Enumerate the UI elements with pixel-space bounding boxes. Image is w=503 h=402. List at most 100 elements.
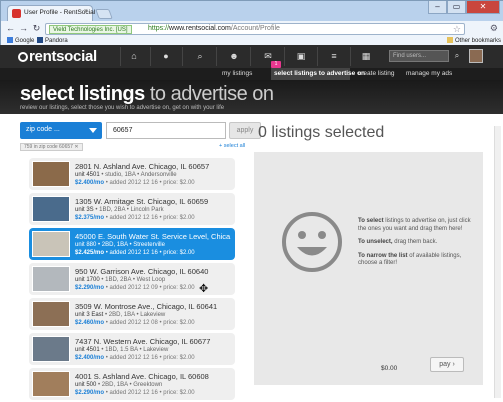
listing-photo — [32, 301, 70, 327]
page-hero: select listings to advertise on review o… — [0, 80, 503, 114]
zip-filter-chip[interactable]: 759 in zip code 60657 ✕ — [20, 143, 83, 151]
page-title: select listings to advertise on — [20, 83, 274, 106]
pay-button[interactable]: pay › — [430, 357, 464, 372]
user-icon[interactable]: ● — [160, 51, 172, 61]
browser-tab[interactable]: User Profile - RentSocial × — [7, 5, 95, 21]
bookmark-star-icon[interactable]: ☆ — [453, 24, 461, 35]
listing-card[interactable]: 1305 W. Armitage St. Chicago, IL 60659 un… — [29, 193, 235, 225]
listing-photo — [32, 231, 70, 257]
listing-price: $2.290/mo — [75, 390, 105, 396]
total-price: $0.00 — [381, 365, 398, 372]
help-unselect: To unselect, drag them back. — [358, 239, 476, 247]
address-bar[interactable]: Vield Technologies Inc. [US] https://www… — [45, 23, 465, 35]
other-bookmarks-label: Other bookmarks — [455, 38, 502, 44]
select-all-link[interactable]: + select all — [219, 143, 245, 149]
other-bookmarks[interactable]: Other bookmarks — [447, 37, 501, 44]
forward-arrow-icon[interactable]: → — [18, 23, 29, 34]
tab-close-icon[interactable]: × — [84, 8, 88, 15]
favicon-icon — [12, 9, 21, 18]
search-listings-icon[interactable]: ⌕ — [194, 51, 206, 61]
google-icon — [7, 37, 13, 43]
subnav-select-listings[interactable]: select listings to advertise on — [274, 70, 365, 77]
listing-card[interactable]: 3509 W. Montrose Ave., Chicago, IL 60641… — [29, 298, 235, 330]
minimize-button[interactable]: – — [428, 1, 447, 14]
url-text[interactable]: https://www.rentsocial.com/Account/Profi… — [148, 25, 280, 32]
bookmark-pandora[interactable]: Pandora — [37, 37, 68, 44]
listing-photo — [32, 371, 70, 397]
listing-unit: unit 3S — [75, 207, 94, 213]
listing-price: $2.425/mo — [75, 250, 105, 256]
reload-icon[interactable]: ↻ — [31, 23, 42, 34]
site-logo[interactable]: rentsocial — [18, 48, 97, 65]
listing-added: added 2012 12 16 • price: $2.00 — [109, 180, 195, 186]
listing-price-line: $2.400/mo • added 2012 12 16 • price: $2… — [75, 355, 195, 361]
nav-divider — [150, 47, 151, 66]
listing-photo — [32, 336, 70, 362]
listing-details-text: studio, 1BA • Andersonville — [105, 172, 177, 178]
listing-price: $2.375/mo — [75, 215, 105, 221]
site-search-input[interactable]: Find users... — [389, 50, 449, 62]
listing-address: 950 W. Garrison Ave. Chicago, IL 60640 — [75, 267, 209, 276]
window-controls: – ▭ ✕ — [428, 1, 500, 15]
message-count-badge: 1 — [271, 61, 281, 68]
selection-drop-zone[interactable]: To select listings to advertise on, just… — [254, 152, 483, 385]
listing-address: 45000 E. South Water St. Service Level, … — [75, 232, 231, 241]
photos-icon[interactable]: ▣ — [295, 51, 307, 61]
page-scrollbar[interactable] — [494, 126, 501, 398]
subnav-manage-ads[interactable]: manage my ads — [406, 70, 452, 77]
listing-details-text: 1BD, 2BA • West Loop — [105, 277, 166, 283]
avatar[interactable] — [469, 49, 483, 63]
listing-details-text: 2BD, 1BA • Lakeview — [108, 312, 166, 318]
subnav-my-listings[interactable]: my listings — [222, 70, 252, 77]
listing-price-line: $2.375/mo • added 2012 12 16 • price: $2… — [75, 215, 195, 221]
help-select: To select listings to advertise on, just… — [358, 218, 476, 233]
zip-code-dropdown[interactable]: zip code ... — [20, 122, 102, 139]
listings-icon[interactable]: ≡ — [328, 51, 340, 61]
page-subtitle: review our listings, select those you wi… — [20, 105, 225, 111]
logo-text: rentsocial — [29, 48, 97, 65]
subnav-create-listing[interactable]: create listing — [358, 70, 395, 77]
zip-code-input[interactable] — [106, 122, 226, 139]
ev-certificate-badge[interactable]: Vield Technologies Inc. [US] — [49, 25, 132, 34]
listing-address: 2801 N. Ashland Ave. Chicago, IL 60657 — [75, 162, 210, 171]
page-title-bold: select listings — [20, 83, 145, 105]
friends-icon[interactable]: ☻ — [228, 51, 240, 61]
new-tab-button[interactable] — [95, 9, 113, 19]
main-content: zip code ... apply 759 in zip code 60657… — [0, 114, 503, 402]
selected-count-title: 0 listings selected — [258, 124, 385, 141]
listing-added: added 2012 12 09 • price: $2.00 — [109, 285, 195, 291]
listing-details: unit 500 • 2BD, 1BA • Greektown — [75, 382, 163, 388]
site-header: rentsocial ⌂ ● ⌕ ☻ ✉ ▣ ≡ ▦ Find users...… — [0, 45, 503, 68]
bookmark-google[interactable]: Google — [7, 37, 34, 44]
listing-card[interactable]: 2801 N. Ashland Ave. Chicago, IL 60657 un… — [29, 158, 235, 190]
listing-card[interactable]: 4001 S. Ashland Ave. Chicago, IL 60608 un… — [29, 368, 235, 400]
listing-unit: unit 880 — [75, 242, 97, 248]
listing-details: unit 3 East • 2BD, 1BA • Lakeview — [75, 312, 166, 318]
calendar-icon[interactable]: ▦ — [360, 51, 372, 61]
bookmark-google-label: Google — [15, 38, 35, 44]
listing-photo — [32, 266, 70, 292]
maximize-button[interactable]: ▭ — [447, 1, 466, 14]
selected-listings-panel: 0 listings selected To select listings t… — [254, 122, 483, 390]
back-arrow-icon[interactable]: ← — [5, 23, 16, 34]
help-unselect-text: drag them back. — [394, 239, 438, 245]
browser-window: User Profile - RentSocial × – ▭ ✕ ← → ↻ … — [0, 0, 503, 46]
pandora-icon — [37, 37, 43, 43]
nav-divider — [182, 47, 183, 66]
url-host: www.rentsocial.com — [169, 25, 231, 32]
nav-divider — [284, 47, 285, 66]
home-icon[interactable]: ⌂ — [128, 51, 140, 61]
bookmark-pandora-label: Pandora — [45, 38, 68, 44]
close-window-button[interactable]: ✕ — [466, 1, 500, 14]
search-icon[interactable]: ⌕ — [451, 50, 463, 62]
listing-photo — [32, 196, 70, 222]
listing-card[interactable]: 7437 N. Western Ave. Chicago, IL 60677 un… — [29, 333, 235, 365]
help-filter-bold: To narrow the list — [358, 252, 408, 259]
listing-details-text: 2BD, 1BA • Greektown — [101, 382, 163, 388]
nav-divider — [350, 47, 351, 66]
listing-card[interactable]: 45000 E. South Water St. Service Level, … — [29, 228, 235, 260]
wrench-icon[interactable]: ⚙ — [490, 23, 498, 34]
listing-unit: unit 4501 — [75, 172, 100, 178]
listing-address: 1305 W. Armitage St. Chicago, IL 60659 — [75, 197, 209, 206]
messages-icon[interactable]: ✉ — [262, 51, 274, 61]
